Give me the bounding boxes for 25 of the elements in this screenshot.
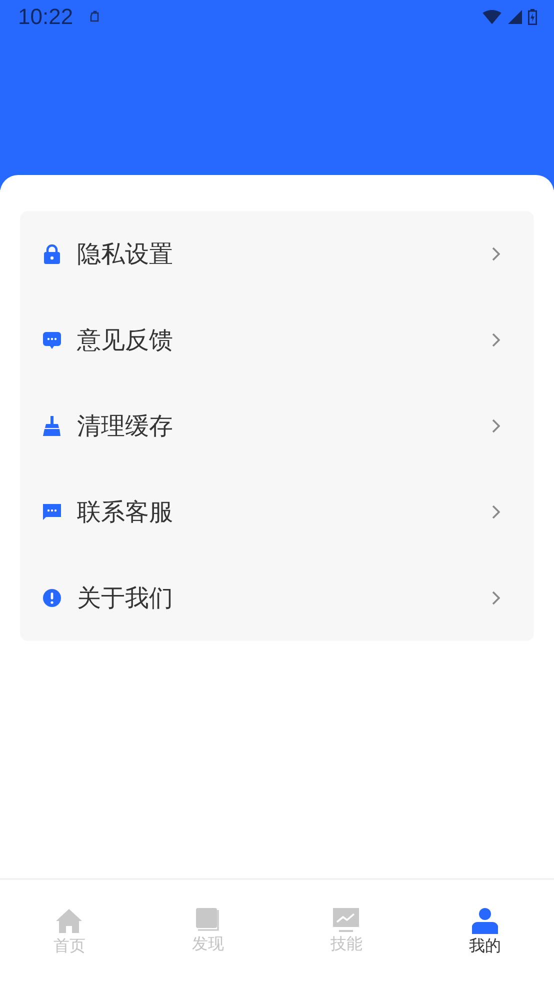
chart-icon xyxy=(333,908,360,932)
signal-icon xyxy=(508,10,522,24)
exclamation-icon xyxy=(43,589,61,607)
menu-item[interactable]: 清理缓存 xyxy=(20,383,534,469)
menu-item[interactable]: 隐私设置 xyxy=(20,211,534,297)
book-icon xyxy=(196,908,220,932)
chat-icon xyxy=(43,332,61,348)
person-icon xyxy=(472,908,498,934)
wifi-icon xyxy=(482,10,502,24)
lock-icon xyxy=(43,244,61,264)
chevron-icon xyxy=(492,419,500,433)
chevron-icon xyxy=(492,247,500,261)
chevron-icon xyxy=(492,333,500,347)
menu-item[interactable]: 联系客服 xyxy=(20,469,534,555)
message-icon xyxy=(43,504,61,520)
chevron-icon xyxy=(492,505,500,519)
menu-item[interactable]: 关于我们 xyxy=(20,555,534,641)
home-icon xyxy=(56,908,82,934)
status-time: 10:22 xyxy=(18,4,74,30)
battery-icon xyxy=(528,9,537,25)
menu-item[interactable]: 意见反馈 xyxy=(20,297,534,383)
broom-icon xyxy=(43,416,61,436)
nav-tab[interactable]: 我的 xyxy=(416,880,554,984)
chevron-icon xyxy=(492,591,500,605)
notification-icon xyxy=(89,10,102,24)
